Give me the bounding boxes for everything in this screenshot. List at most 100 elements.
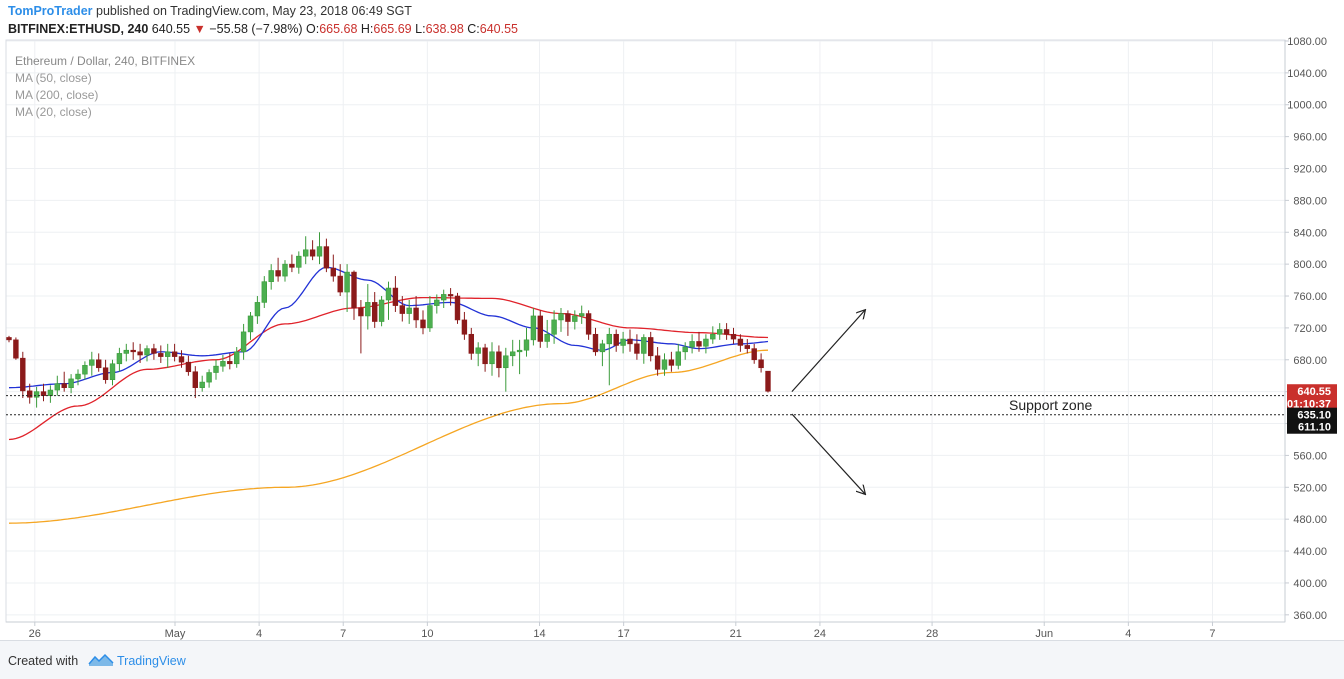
candle — [206, 369, 212, 388]
candle — [482, 343, 488, 372]
chart-grid — [5, 39, 1286, 623]
candle — [668, 351, 675, 372]
time-tick-label: 14 — [533, 628, 545, 640]
candle-body — [282, 263, 288, 277]
candle-body — [613, 333, 619, 346]
candle-body — [647, 337, 654, 357]
legend-title: Ethereum / Dollar, 240, BITFINEX — [15, 54, 195, 68]
candle-body — [551, 319, 557, 335]
candle — [358, 300, 364, 354]
candle — [565, 310, 571, 336]
candle-body — [406, 307, 412, 314]
candle-body — [661, 359, 668, 370]
price-chart[interactable]: Support zone 360.00 400.00 440.00 480.00 520… — [0, 0, 1344, 640]
candle-body — [82, 365, 88, 375]
tradingview-logo-icon[interactable] — [88, 653, 114, 667]
candle — [537, 310, 544, 348]
candle-body — [454, 295, 461, 321]
candle-body — [358, 307, 364, 317]
projection-arrow — [791, 310, 865, 393]
time-tick-label: 26 — [29, 628, 41, 640]
candle — [158, 345, 164, 363]
candle-body — [344, 271, 350, 293]
candle — [365, 284, 371, 330]
candle-body — [413, 307, 419, 321]
candle-body — [144, 348, 150, 356]
time-tick-label: May — [165, 628, 186, 640]
price-tick-label: 760.00 — [1293, 291, 1327, 303]
candle — [261, 276, 267, 308]
price-tick-label: 1040.00 — [1287, 68, 1327, 80]
candle — [578, 305, 585, 324]
candle-body — [530, 315, 537, 341]
candle-body — [737, 338, 744, 346]
price-tick-label: 440.00 — [1293, 546, 1327, 558]
candle-body — [461, 319, 468, 335]
candle — [6, 335, 12, 343]
candle — [592, 327, 599, 356]
candle-body — [151, 348, 157, 354]
candle — [302, 236, 309, 265]
time-axis[interactable]: 26 May 4 7 10 14 17 21 24 28 Jun 4 7 — [6, 621, 1285, 640]
candle-body — [371, 302, 378, 322]
candle — [247, 311, 254, 340]
candle — [392, 276, 399, 312]
candle-body — [585, 313, 592, 335]
price-tick-label: 920.00 — [1293, 164, 1327, 176]
candle-body — [302, 249, 309, 257]
tradingview-brand-link[interactable]: TradingView — [117, 654, 186, 668]
candle — [116, 347, 123, 372]
candle-body — [254, 302, 261, 317]
candle — [489, 342, 495, 376]
candle — [523, 327, 530, 357]
candle-body — [723, 329, 730, 335]
time-tick-label: Jun — [1035, 628, 1053, 640]
candle — [144, 345, 150, 362]
candle — [765, 370, 771, 393]
candle — [516, 339, 523, 375]
candle-body — [668, 359, 675, 366]
candle-body — [61, 383, 67, 388]
candle — [737, 334, 744, 352]
candle-body — [206, 372, 212, 383]
price-tick-label: 840.00 — [1293, 227, 1327, 239]
time-tick-label: 17 — [618, 628, 630, 640]
candle — [89, 351, 95, 376]
candle — [344, 264, 350, 312]
candle-body — [89, 359, 95, 366]
candle — [275, 257, 281, 282]
price-tick-label: 880.00 — [1293, 195, 1327, 207]
price-badge: 611.10 — [1287, 419, 1337, 434]
candle — [289, 254, 295, 273]
candle-body — [606, 333, 613, 345]
candle-body — [220, 361, 226, 367]
price-axis[interactable]: 360.00400.00440.00480.00520.00560.00600.… — [1284, 36, 1344, 622]
candle-body — [378, 299, 385, 322]
candle — [296, 251, 302, 274]
candle-body — [337, 275, 343, 293]
candle-body — [682, 346, 688, 353]
candle — [82, 361, 88, 380]
candle-body — [592, 333, 599, 353]
candle-body — [482, 347, 488, 365]
candle — [102, 359, 109, 384]
candle-body — [330, 267, 336, 277]
candle — [213, 359, 219, 380]
support-zone: Support zone — [6, 395, 1285, 416]
candle — [730, 327, 737, 344]
time-tick-label: 7 — [1209, 628, 1215, 640]
candle — [220, 354, 226, 372]
candle — [109, 359, 116, 386]
candle-body — [323, 246, 330, 269]
candle — [475, 342, 481, 367]
candle — [192, 366, 198, 399]
candle — [572, 310, 578, 330]
candle-body — [116, 353, 123, 365]
candle — [503, 347, 509, 392]
candle-body — [489, 351, 495, 365]
time-tick-label: 4 — [1125, 628, 1131, 640]
candle — [530, 307, 537, 346]
candle — [20, 351, 26, 399]
candle — [413, 296, 419, 328]
candle — [96, 353, 102, 372]
